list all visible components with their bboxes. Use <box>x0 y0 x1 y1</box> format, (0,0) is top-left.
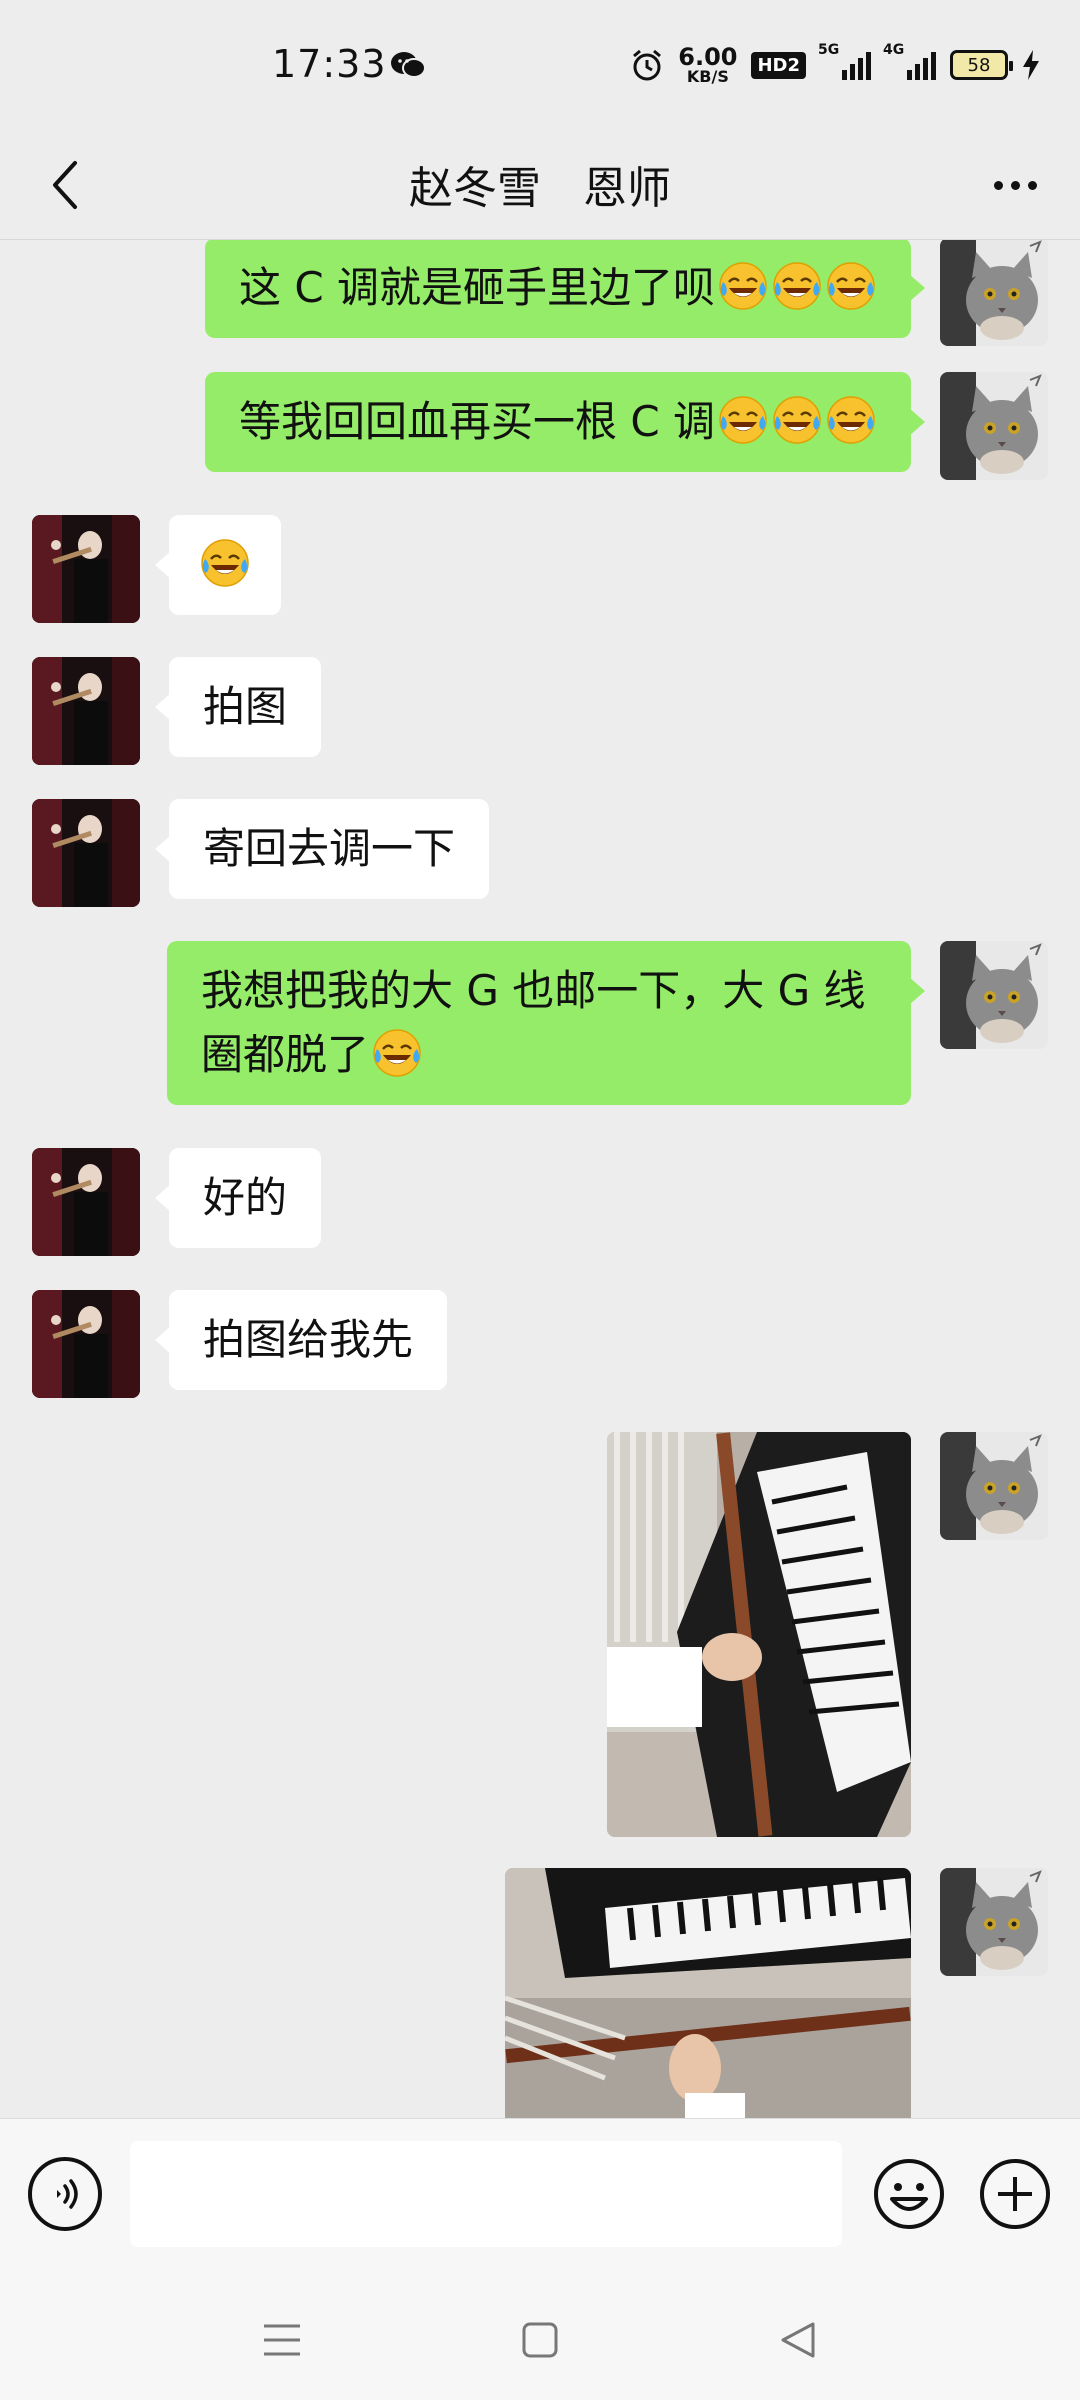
message-text: 好的 <box>203 1173 288 1222</box>
photo-message[interactable] <box>607 1432 911 1837</box>
laughing-crying-emoji-icon <box>771 260 823 312</box>
sim1-network-tag: 5G <box>818 42 840 58</box>
my-avatar[interactable] <box>940 1432 1048 1540</box>
network-speed: 6.00 KB/S <box>678 45 737 85</box>
my-avatar[interactable] <box>940 1868 1048 1976</box>
wechat-notification-icon <box>391 52 426 78</box>
contact-message-bubble[interactable]: 拍图 <box>154 657 322 757</box>
message-text: 等我回回血再买一根 C 调 <box>238 397 715 446</box>
laughing-crying-emoji-icon <box>717 260 769 312</box>
message-list[interactable]: 这 C 调就是砸手里边了呗 等我回回血再买一根 C 调 拍图 寄回去调一下 我想… <box>0 240 1080 2118</box>
message-row <box>0 1432 1080 1838</box>
my-avatar[interactable] <box>940 372 1048 480</box>
message-row: 拍图给我先 <box>0 1290 1080 1402</box>
status-bar: 17:33 6.00 KB/S HD2 5G 4G 58 <box>0 0 1080 130</box>
my-message-bubble[interactable]: 我想把我的大 G 也邮一下，大 G 线 圈都脱了 <box>167 941 925 1105</box>
more-dot-icon <box>993 180 1003 190</box>
message-row: 我想把我的大 G 也邮一下，大 G 线 圈都脱了 <box>0 941 1080 1117</box>
more-dot-icon <box>1010 180 1020 190</box>
laughing-crying-emoji-icon <box>825 394 877 446</box>
status-icons: 6.00 KB/S HD2 5G 4G 58 <box>630 40 1040 90</box>
system-navigation-bar <box>0 2278 1080 2400</box>
message-text: 拍图 <box>203 682 288 731</box>
more-functions-button[interactable] <box>978 2157 1052 2231</box>
message-row: 拍图 <box>0 657 1080 769</box>
contact-message-bubble[interactable]: 好的 <box>154 1148 322 1248</box>
contact-avatar[interactable] <box>32 515 140 623</box>
home-button[interactable] <box>510 2310 570 2370</box>
chat-header: 赵冬雪 恩师 <box>0 130 1080 240</box>
more-options-button[interactable] <box>980 150 1050 220</box>
menu-icon <box>264 2324 300 2356</box>
status-time: 17:33 <box>272 42 387 86</box>
network-speed-unit: KB/S <box>686 67 729 86</box>
message-row: 这 C 调就是砸手里边了呗 <box>0 240 1080 350</box>
more-dot-icon <box>1027 180 1037 190</box>
laughing-crying-emoji-icon <box>371 1027 423 1079</box>
square-icon <box>522 2322 558 2358</box>
voice-input-button[interactable] <box>28 2157 102 2231</box>
charging-icon <box>1023 50 1039 80</box>
input-bar <box>0 2118 1080 2278</box>
my-message-bubble[interactable]: 等我回回血再买一根 C 调 <box>204 372 926 472</box>
chat-title: 赵冬雪 恩师 <box>409 163 671 214</box>
message-row: 寄回去调一下 <box>0 799 1080 911</box>
contact-avatar[interactable] <box>32 799 140 907</box>
message-text-line: 我想把我的大 G 也邮一下，大 G 线 <box>201 966 866 1015</box>
message-text: 寄回去调一下 <box>203 824 456 873</box>
hd-voice-badge: HD2 <box>751 51 806 79</box>
back-system-button[interactable] <box>768 2310 828 2370</box>
message-input[interactable] <box>130 2141 842 2247</box>
message-text: 这 C 调就是砸手里边了呗 <box>238 263 715 312</box>
contact-avatar[interactable] <box>32 1148 140 1256</box>
network-speed-value: 6.00 <box>678 43 738 71</box>
my-avatar[interactable] <box>940 941 1048 1049</box>
contact-message-bubble[interactable]: 寄回去调一下 <box>154 799 490 899</box>
message-row <box>0 1868 1080 2118</box>
laughing-crying-emoji-icon <box>825 260 877 312</box>
message-text: 拍图给我先 <box>203 1315 414 1364</box>
laughing-crying-emoji-icon <box>199 537 251 589</box>
my-avatar[interactable] <box>940 240 1048 346</box>
laughing-crying-emoji-icon <box>771 394 823 446</box>
my-message-bubble[interactable]: 这 C 调就是砸手里边了呗 <box>204 240 926 338</box>
message-row <box>0 515 1080 627</box>
signal-sim2-icon: 4G <box>883 42 936 80</box>
contact-avatar[interactable] <box>32 657 140 765</box>
photo-message[interactable] <box>505 1868 911 2118</box>
signal-sim1-icon: 5G <box>818 42 871 80</box>
battery-level: 58 <box>967 54 991 76</box>
contact-avatar[interactable] <box>32 1290 140 1398</box>
recent-apps-button[interactable] <box>252 2310 312 2370</box>
battery-icon: 58 <box>950 50 1013 80</box>
emoji-button[interactable] <box>872 2157 946 2231</box>
sim2-network-tag: 4G <box>883 42 905 58</box>
message-text-line: 圈都脱了 <box>201 1030 370 1079</box>
message-row: 好的 <box>0 1148 1080 1260</box>
triangle-back-icon <box>781 2322 815 2358</box>
voice-icon <box>57 2179 78 2209</box>
message-row: 等我回回血再买一根 C 调 <box>0 372 1080 484</box>
contact-message-bubble[interactable]: 拍图给我先 <box>154 1290 448 1390</box>
contact-message-bubble[interactable] <box>155 515 281 615</box>
laughing-crying-emoji-icon <box>717 394 769 446</box>
alarm-icon <box>633 49 662 81</box>
